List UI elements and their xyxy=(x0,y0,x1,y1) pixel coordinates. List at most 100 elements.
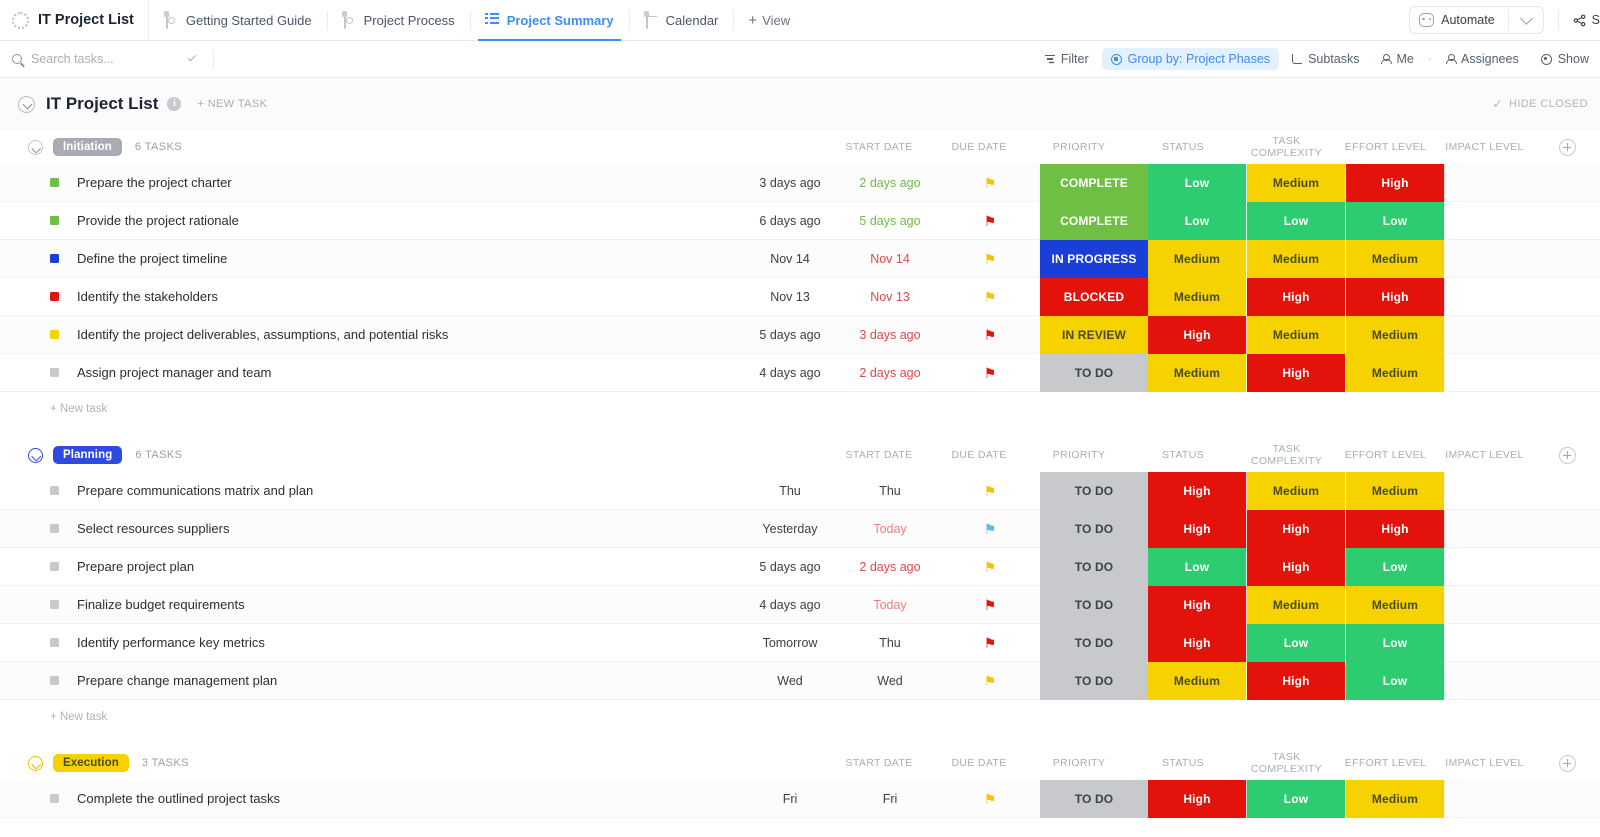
column-header-effort-level[interactable]: EFFORT LEVEL xyxy=(1336,757,1435,769)
column-header-impact-level[interactable]: IMPACT LEVEL xyxy=(1435,141,1534,153)
group-badge[interactable]: Planning xyxy=(53,446,123,464)
status-cell[interactable]: IN REVIEW xyxy=(1040,315,1148,354)
due-date-cell[interactable]: Wed xyxy=(840,674,940,688)
impact-level-cell[interactable]: High xyxy=(1346,509,1445,548)
task-complexity-cell[interactable]: High xyxy=(1148,471,1247,510)
column-header-priority[interactable]: PRIORITY xyxy=(1029,757,1129,769)
task-complexity-cell[interactable]: Low xyxy=(1148,547,1247,586)
column-header-impact-level[interactable]: IMPACT LEVEL xyxy=(1435,449,1534,461)
due-date-cell[interactable]: 2 days ago xyxy=(840,176,940,190)
table-row[interactable]: Complete the outlined project tasks Fri Fr… xyxy=(0,779,1600,818)
task-name-cell[interactable]: Define the project timeline xyxy=(0,251,740,266)
task-complexity-cell[interactable]: High xyxy=(1148,585,1247,624)
impact-level-cell[interactable]: Medium xyxy=(1346,585,1445,624)
effort-level-cell[interactable]: Medium xyxy=(1247,239,1346,278)
priority-cell[interactable]: ⚑ xyxy=(940,522,1040,536)
task-name-cell[interactable]: Prepare change management plan xyxy=(0,673,740,688)
status-cell[interactable]: IN PROGRESS xyxy=(1040,239,1148,278)
add-column-button[interactable] xyxy=(1558,754,1576,772)
table-row[interactable]: Prepare communications matrix and plan Th… xyxy=(0,471,1600,510)
column-header-task-complexity[interactable]: TASK COMPLEXITY xyxy=(1237,751,1336,775)
start-date-cell[interactable]: 3 days ago xyxy=(740,176,840,190)
impact-level-cell[interactable]: Low xyxy=(1346,661,1445,700)
task-complexity-cell[interactable]: Medium xyxy=(1148,353,1247,392)
table-row[interactable]: Provide the project rationale 6 days ago 5… xyxy=(0,201,1600,240)
effort-level-cell[interactable]: High xyxy=(1247,661,1346,700)
start-date-cell[interactable]: Yesterday xyxy=(740,522,840,536)
task-name-cell[interactable]: Prepare the project charter xyxy=(0,175,740,190)
me-filter-button[interactable]: Me xyxy=(1372,48,1422,70)
status-cell[interactable]: TO DO xyxy=(1040,471,1148,510)
start-date-cell[interactable]: Thu xyxy=(740,484,840,498)
effort-level-cell[interactable]: High xyxy=(1247,547,1346,586)
effort-level-cell[interactable]: High xyxy=(1247,509,1346,548)
task-complexity-cell[interactable]: High xyxy=(1148,509,1247,548)
table-row[interactable]: Prepare the project charter 3 days ago 2 d… xyxy=(0,163,1600,202)
start-date-cell[interactable]: Nov 14 xyxy=(740,252,840,266)
start-date-cell[interactable]: Tomorrow xyxy=(740,636,840,650)
task-name-cell[interactable]: Identify performance key metrics xyxy=(0,635,740,650)
group-badge[interactable]: Execution xyxy=(53,754,129,772)
column-header-task-complexity[interactable]: TASK COMPLEXITY xyxy=(1237,443,1336,467)
priority-cell[interactable]: ⚑ xyxy=(940,792,1040,806)
status-cell[interactable]: COMPLETE xyxy=(1040,163,1148,202)
column-header-start-date[interactable]: START DATE xyxy=(829,757,929,769)
task-complexity-cell[interactable]: High xyxy=(1148,315,1247,354)
priority-cell[interactable]: ⚑ xyxy=(940,636,1040,650)
chevron-down-icon[interactable] xyxy=(187,52,196,62)
inline-new-task-button[interactable]: + New task xyxy=(0,700,1600,733)
due-date-cell[interactable]: 2 days ago xyxy=(840,560,940,574)
priority-cell[interactable]: ⚑ xyxy=(940,176,1040,190)
effort-level-cell[interactable]: Low xyxy=(1247,623,1346,662)
hide-closed-toggle[interactable]: ✓ HIDE CLOSED xyxy=(1493,97,1588,111)
priority-cell[interactable]: ⚑ xyxy=(940,598,1040,612)
effort-level-cell[interactable]: High xyxy=(1247,277,1346,316)
task-name-cell[interactable]: Select resources suppliers xyxy=(0,521,740,536)
due-date-cell[interactable]: Thu xyxy=(840,636,940,650)
status-cell[interactable]: COMPLETE xyxy=(1040,201,1148,240)
column-header-impact-level[interactable]: IMPACT LEVEL xyxy=(1435,757,1534,769)
start-date-cell[interactable]: 5 days ago xyxy=(740,560,840,574)
task-complexity-cell[interactable]: Medium xyxy=(1148,277,1247,316)
task-complexity-cell[interactable]: High xyxy=(1148,623,1247,662)
task-complexity-cell[interactable]: Low xyxy=(1148,201,1247,240)
table-row[interactable]: Assign project manager and team 4 days ag… xyxy=(0,353,1600,392)
due-date-cell[interactable]: Nov 13 xyxy=(840,290,940,304)
effort-level-cell[interactable]: Medium xyxy=(1247,585,1346,624)
search-input[interactable] xyxy=(31,52,181,66)
status-cell[interactable]: TO DO xyxy=(1040,661,1148,700)
group-badge[interactable]: Initiation xyxy=(53,138,122,156)
priority-cell[interactable]: ⚑ xyxy=(940,484,1040,498)
inline-new-task-button[interactable]: + New task xyxy=(0,392,1600,425)
due-date-cell[interactable]: 2 days ago xyxy=(840,366,940,380)
impact-level-cell[interactable]: High xyxy=(1346,277,1445,316)
table-row[interactable]: Select resources suppliers Yesterday Today… xyxy=(0,509,1600,548)
task-name-cell[interactable]: Complete the outlined project tasks xyxy=(0,791,740,806)
add-column-button[interactable] xyxy=(1558,138,1576,156)
start-date-cell[interactable]: 5 days ago xyxy=(740,328,840,342)
effort-level-cell[interactable]: Medium xyxy=(1247,163,1346,202)
chevron-down-icon[interactable] xyxy=(1519,11,1533,25)
priority-cell[interactable]: ⚑ xyxy=(940,328,1040,342)
task-complexity-cell[interactable]: Low xyxy=(1148,163,1247,202)
column-header-status[interactable]: STATUS xyxy=(1129,449,1237,461)
info-icon[interactable]: i xyxy=(167,97,182,111)
start-date-cell[interactable]: 4 days ago xyxy=(740,366,840,380)
effort-level-cell[interactable]: High xyxy=(1247,353,1346,392)
column-header-task-complexity[interactable]: TASK COMPLEXITY xyxy=(1237,135,1336,159)
column-header-status[interactable]: STATUS xyxy=(1129,141,1237,153)
priority-cell[interactable]: ⚑ xyxy=(940,252,1040,266)
task-name-cell[interactable]: Provide the project rationale xyxy=(0,213,740,228)
impact-level-cell[interactable]: Medium xyxy=(1346,239,1445,278)
task-name-cell[interactable]: Identify the project deliverables, assum… xyxy=(0,327,740,342)
tab-project-process[interactable]: Project Process xyxy=(326,0,470,40)
group-collapse-toggle[interactable] xyxy=(28,755,43,771)
task-complexity-cell[interactable]: Medium xyxy=(1148,239,1247,278)
group-collapse-toggle[interactable] xyxy=(28,447,43,463)
impact-level-cell[interactable]: High xyxy=(1346,163,1445,202)
new-task-button[interactable]: + NEW TASK xyxy=(197,98,267,110)
priority-cell[interactable]: ⚑ xyxy=(940,214,1040,228)
filter-button[interactable]: Filter xyxy=(1036,48,1098,70)
group-by-button[interactable]: Group by: Project Phases xyxy=(1101,48,1280,70)
impact-level-cell[interactable]: Medium xyxy=(1346,779,1445,818)
